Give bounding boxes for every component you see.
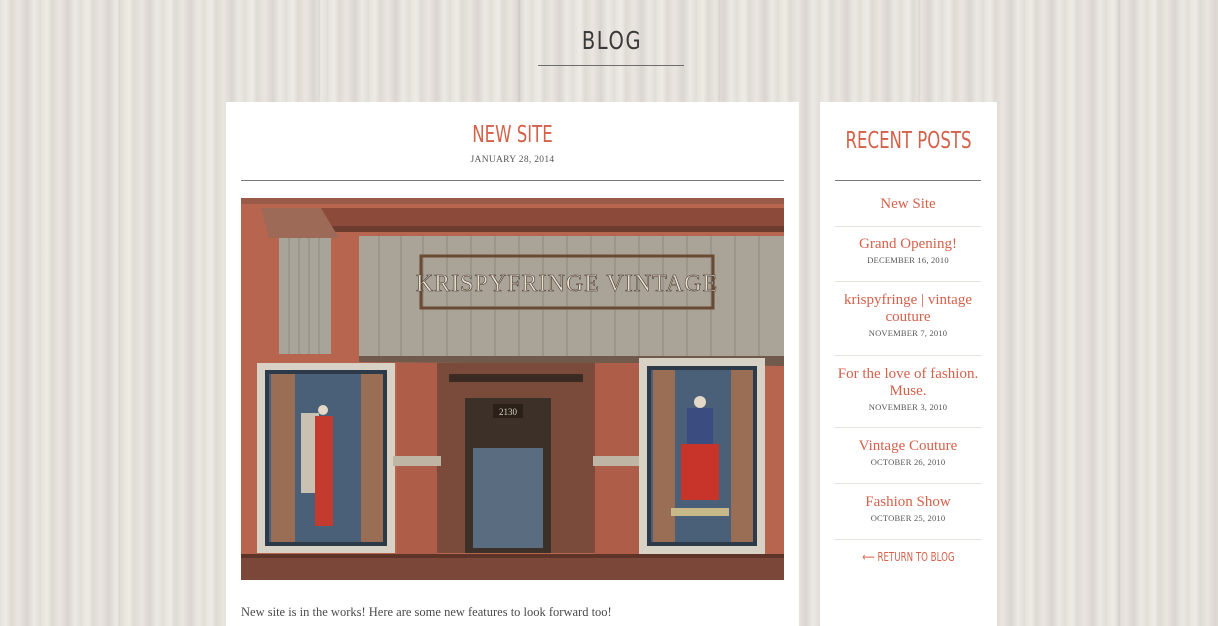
address-number: 2130	[499, 407, 518, 417]
recent-post-link[interactable]: New Site	[835, 196, 981, 213]
recent-post-date: OCTOBER 25, 2010	[870, 513, 946, 523]
sidebar-divider	[835, 180, 981, 181]
recent-post-date: DECEMBER 16, 2010	[867, 255, 949, 265]
recent-post-item: For the love of fashion. Muse. NOVEMBER …	[835, 366, 981, 428]
post-date: JANUARY 28, 2014	[470, 155, 555, 165]
recent-post-link[interactable]: Vintage Couture	[835, 438, 981, 455]
recent-post-item: Fashion Show OCTOBER 25, 2010	[835, 494, 981, 540]
recent-post-item: Vintage Couture OCTOBER 26, 2010	[835, 438, 981, 484]
recent-post-link[interactable]: For the love of fashion. Muse.	[835, 366, 981, 400]
post-body: New site is in the works! Here are some …	[241, 605, 612, 619]
recent-post-date: OCTOBER 26, 2010	[870, 457, 946, 467]
recent-post-link[interactable]: Fashion Show	[835, 494, 981, 511]
title-divider	[538, 65, 684, 66]
recent-post-item: New Site	[835, 196, 981, 227]
recent-post-date: NOVEMBER 7, 2010	[868, 328, 948, 338]
sidebar: RECENT POSTS New Site Grand Opening! DEC…	[820, 102, 997, 626]
recent-post-item: Grand Opening! DECEMBER 16, 2010	[835, 236, 981, 282]
post-divider	[241, 180, 784, 181]
page-header: BLOG	[0, 0, 1218, 100]
post-title[interactable]: NEW SITE	[306, 122, 719, 148]
recent-post-link[interactable]: Grand Opening!	[835, 236, 981, 253]
post-card: NEW SITE JANUARY 28, 2014 KRISPYFRINGE V…	[226, 102, 799, 626]
sign-text: KRISPYFRINGE VINTAGE	[416, 271, 718, 297]
recent-post-item: krispyfringe | vintage couture NOVEMBER …	[835, 292, 981, 356]
storefront-photo: KRISPYFRINGE VINTAGE 2130	[241, 198, 784, 580]
recent-post-link[interactable]: krispyfringe | vintage couture	[835, 292, 981, 326]
page-title: BLOG	[581, 26, 643, 55]
recent-posts-heading: RECENT POSTS	[845, 128, 972, 154]
recent-post-date: NOVEMBER 3, 2010	[868, 402, 948, 412]
return-to-blog-link[interactable]: ⟵ RETURN TO BLOG	[845, 550, 972, 564]
